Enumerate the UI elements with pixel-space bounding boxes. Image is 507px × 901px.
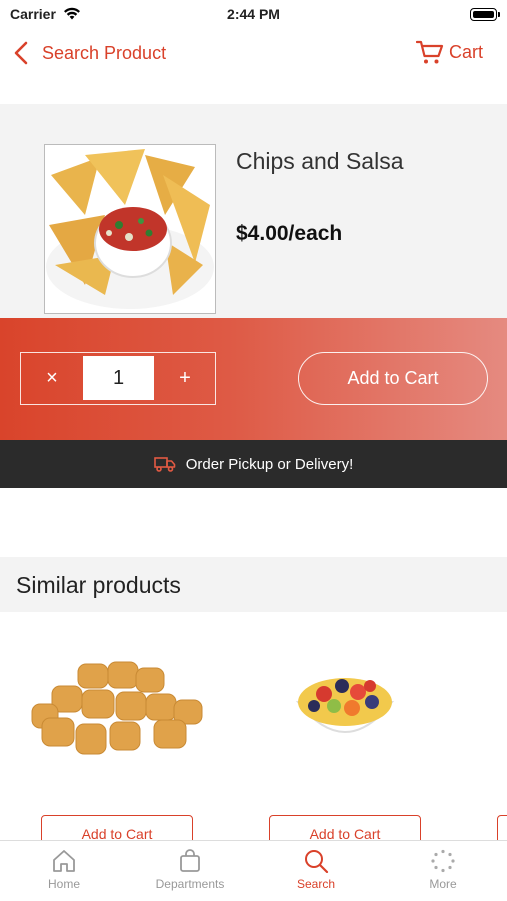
home-icon (53, 850, 75, 872)
increment-button[interactable]: + (154, 353, 216, 403)
tab-search[interactable]: Search (253, 841, 379, 901)
tab-departments[interactable]: Departments (127, 841, 253, 901)
tab-bar: Home Departments Search More (0, 840, 507, 900)
quantity-field[interactable]: 1 (83, 356, 154, 400)
cart-label: Cart (448, 41, 483, 62)
chevron-left-icon (14, 41, 28, 65)
tab-more-label: More (429, 877, 457, 891)
similar-item-1-image[interactable] (28, 652, 208, 772)
chips-and-salsa-image (46, 149, 214, 309)
product-image (44, 144, 216, 314)
similar-item-2-image[interactable] (290, 662, 400, 752)
back-label: Search Product (42, 42, 167, 63)
delivery-truck-icon (153, 457, 176, 472)
similar-products-title: Similar products (16, 572, 181, 598)
clock: 2:44 PM (227, 6, 280, 22)
fruit-bowl-image (295, 678, 395, 733)
back-button[interactable]: Search Product (14, 40, 166, 66)
more-icon (431, 849, 455, 873)
product-price: $4.00/each (236, 222, 343, 245)
cart-button[interactable]: Cart (415, 39, 483, 65)
battery-icon (470, 8, 500, 21)
tab-home[interactable]: Home (1, 841, 127, 901)
decrement-button[interactable]: × (21, 353, 83, 403)
product-panel: Chips and Salsa $4.00/each (0, 104, 507, 318)
tab-home-label: Home (47, 877, 80, 891)
status-bar: Carrier 2:44 PM (0, 0, 507, 28)
purchase-bar: × 1 + Add to Cart (0, 318, 507, 440)
delivery-banner-text: Order Pickup or Delivery! (185, 455, 354, 473)
delivery-banner[interactable]: Order Pickup or Delivery! (0, 440, 507, 488)
add-to-cart-button[interactable]: Add to Cart (298, 352, 488, 405)
tab-departments-label: Departments (155, 877, 225, 891)
product-name: Chips and Salsa (236, 148, 404, 174)
search-icon (305, 850, 329, 873)
similar-products-header: Similar products (0, 557, 507, 612)
quantity-stepper[interactable]: × 1 + (20, 352, 216, 405)
bag-icon (180, 849, 200, 872)
cart-icon (415, 40, 444, 64)
tab-search-label: Search (296, 877, 336, 891)
tater-tots-image (31, 661, 203, 755)
tab-more[interactable]: More (380, 841, 506, 901)
